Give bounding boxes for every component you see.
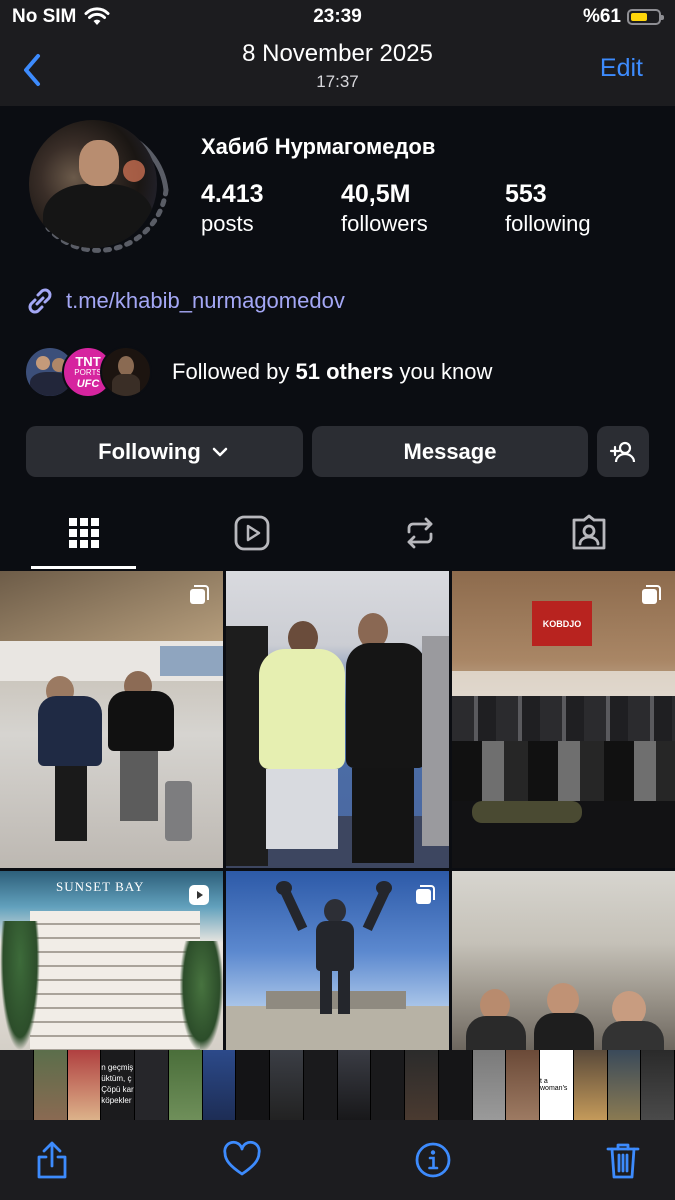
battery-icon: [627, 9, 664, 25]
film-caption: t a woman's: [540, 1078, 568, 1092]
heart-icon[interactable]: [222, 1140, 262, 1180]
profile-tabs: [0, 500, 675, 570]
photo-time: 17:37: [316, 72, 359, 91]
film-thumb[interactable]: [303, 1050, 338, 1120]
photo-date: 8 November 2025: [242, 40, 433, 67]
info-icon[interactable]: [413, 1140, 453, 1180]
film-thumb[interactable]: [337, 1050, 372, 1120]
film-thumb[interactable]: [506, 1050, 540, 1120]
message-button-label: Message: [403, 438, 497, 464]
film-thumb[interactable]: [67, 1050, 102, 1120]
following-button[interactable]: Following: [26, 426, 303, 477]
stat-following[interactable]: 553 following: [505, 180, 591, 237]
stat-posts-value: 4.413: [201, 180, 264, 208]
film-thumb[interactable]: [371, 1050, 405, 1120]
following-button-label: Following: [98, 438, 201, 464]
post-building[interactable]: SUNSET BAY: [0, 871, 223, 1051]
film-thumb[interactable]: [236, 1050, 270, 1120]
profile-link-text: t.me/khabib_nurmagomedov: [66, 288, 345, 313]
post-gym[interactable]: [226, 571, 449, 868]
film-caption: Çöpü kar: [101, 1085, 134, 1094]
stat-following-label: following: [505, 211, 591, 236]
repost-icon[interactable]: [401, 514, 439, 552]
post-overlay-text: SUNSET BAY: [56, 879, 145, 894]
share-icon[interactable]: [32, 1140, 72, 1180]
film-caption: üktüm, ç: [101, 1074, 132, 1083]
stat-followers-label: followers: [341, 211, 428, 236]
link-icon: [28, 288, 52, 314]
followed-by-text: Followed by 51 others you know: [172, 359, 493, 384]
profile-link[interactable]: t.me/khabib_nurmagomedov: [24, 285, 345, 317]
photo-header: 8 November 2025 17:37 Edit: [0, 34, 675, 106]
post-airport[interactable]: [0, 571, 223, 868]
grid-icon[interactable]: [65, 514, 103, 552]
film-thumb[interactable]: [472, 1050, 507, 1120]
carousel-icon: [190, 585, 209, 604]
film-thumb[interactable]: [270, 1050, 304, 1120]
film-thumb[interactable]: [33, 1050, 68, 1120]
add-user-button[interactable]: [597, 426, 649, 477]
tagged-icon[interactable]: [570, 514, 608, 552]
profile-name: Хабиб Нурмагомедов: [201, 134, 436, 159]
carousel-icon: [642, 585, 661, 604]
stat-followers[interactable]: 40,5M followers: [341, 180, 428, 237]
film-thumb[interactable]: [438, 1050, 473, 1120]
profile-avatar[interactable]: [24, 110, 180, 270]
film-thumb[interactable]: [168, 1050, 203, 1120]
bottom-toolbar: [0, 1120, 675, 1200]
status-bar: No SIM 23:39 %61: [0, 0, 675, 34]
film-caption: köpekler: [101, 1096, 132, 1105]
film-thumb[interactable]: [607, 1050, 642, 1120]
stat-following-value: 553: [505, 180, 547, 208]
filmstrip[interactable]: n geçmiş üktüm, ç Çöpü kar köpekler t a …: [0, 1050, 675, 1148]
post-group[interactable]: [452, 871, 675, 1051]
add-user-icon: [609, 441, 636, 462]
post-team[interactable]: KOBDJO: [452, 571, 675, 868]
avatar: [29, 120, 157, 248]
stat-followers-value: 40,5M: [341, 180, 411, 208]
posts-grid: KOBDJO SUNSET BAY: [0, 571, 675, 1051]
chevron-down-icon: [212, 447, 228, 456]
reels-icon[interactable]: [233, 514, 271, 552]
active-tab-indicator: [31, 566, 136, 569]
film-thumb[interactable]: [641, 1050, 675, 1120]
reel-icon: [189, 885, 209, 905]
film-thumb[interactable]: [0, 1050, 34, 1120]
post-statue[interactable]: [226, 871, 449, 1051]
stat-posts-label: posts: [201, 211, 254, 236]
battery-percent: %61: [582, 6, 621, 27]
film-thumb[interactable]: [405, 1050, 439, 1120]
carousel-icon: [416, 885, 435, 904]
trash-icon[interactable]: [603, 1140, 643, 1180]
stat-posts[interactable]: 4.413 posts: [201, 180, 264, 237]
film-thumb[interactable]: [202, 1050, 237, 1120]
post-sign-text: KOBDJO: [542, 619, 582, 629]
message-button[interactable]: Message: [312, 426, 588, 477]
mutual-avatar: [100, 346, 152, 398]
film-thumb[interactable]: [135, 1050, 169, 1120]
clock: 23:39: [313, 6, 362, 27]
film-caption: n geçmiş: [101, 1063, 134, 1072]
film-thumb[interactable]: [573, 1050, 608, 1120]
edit-button[interactable]: Edit: [600, 54, 643, 83]
followed-by[interactable]: TNT PORTS UFC Followed by 51 others you …: [24, 346, 492, 398]
